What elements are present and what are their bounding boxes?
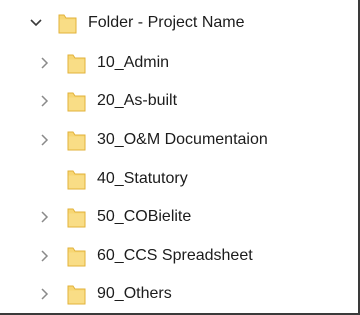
tree-item-20-as-built[interactable]: 20_As-built: [37, 86, 177, 116]
tree-item-label: 30_O&M Documentaion: [97, 131, 268, 148]
tree-item-90-others[interactable]: 90_Others: [37, 279, 172, 309]
chevron-down-icon[interactable]: [28, 15, 44, 31]
tree-item-label: 40_Statutory: [97, 170, 188, 187]
tree-item-40-statutory[interactable]: 40_Statutory: [37, 164, 188, 194]
tree-item-30-om-documentaion[interactable]: 30_O&M Documentaion: [37, 125, 268, 155]
tree-item-label: Folder - Project Name: [88, 14, 245, 31]
tree-item-label: 60_CCS Spreadsheet: [97, 247, 253, 264]
folder-icon: [67, 247, 86, 267]
chevron-right-icon[interactable]: [37, 55, 53, 71]
tree-item-label: 20_As-built: [97, 92, 178, 109]
folder-icon: [67, 54, 86, 74]
tree-item-10-admin[interactable]: 10_Admin: [37, 48, 169, 78]
chevron-right-icon[interactable]: [37, 132, 53, 148]
folder-icon: [67, 92, 86, 112]
chevron-right-icon[interactable]: [37, 93, 53, 109]
folder-tree-pane: Folder - Project Name 10_Admin 20_As-bui…: [0, 0, 360, 315]
chevron-right-icon[interactable]: [37, 248, 53, 264]
tree-item-60-ccs-spreadsheet[interactable]: 60_CCS Spreadsheet: [37, 241, 253, 271]
tree-item-root[interactable]: Folder - Project Name: [28, 8, 245, 38]
chevron-right-icon[interactable]: [37, 286, 53, 302]
folder-icon: [67, 170, 86, 190]
chevron-right-icon[interactable]: [37, 209, 53, 225]
folder-icon: [67, 131, 86, 151]
tree-item-50-cobielite[interactable]: 50_COBielite: [37, 202, 191, 232]
tree-item-label: 10_Admin: [97, 54, 170, 71]
tree-item-label: 90_Others: [97, 285, 172, 302]
folder-icon: [67, 285, 86, 305]
folder-icon: [67, 208, 86, 228]
folder-icon: [58, 14, 77, 34]
tree-item-label: 50_COBielite: [97, 208, 192, 225]
